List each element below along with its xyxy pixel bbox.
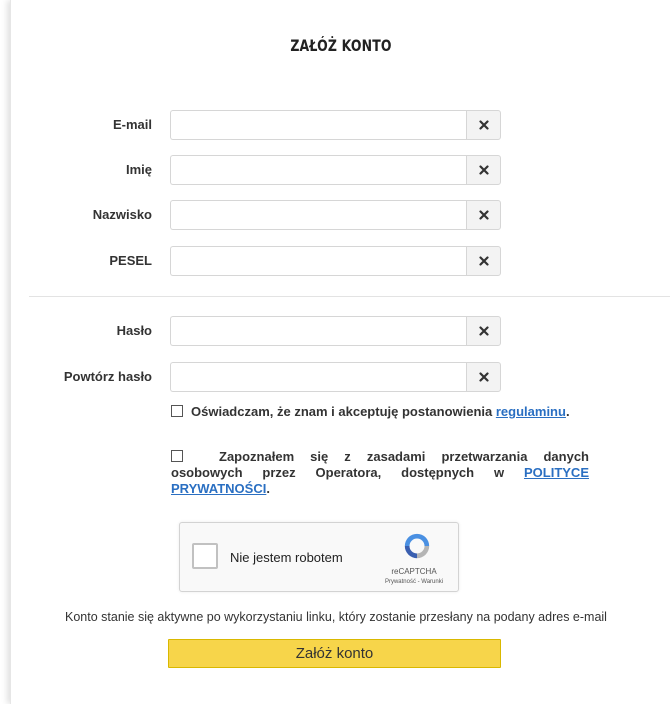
terms-consent: Oświadczam, że znam i akceptuję postanow… xyxy=(171,404,611,419)
password-field[interactable] xyxy=(170,316,466,346)
pesel-row: PESEL xyxy=(11,246,670,278)
create-account-button[interactable]: Załóż konto xyxy=(168,639,501,668)
repeat-password-row: Powtórz hasło xyxy=(11,362,670,394)
password-row: Hasło xyxy=(11,316,670,348)
first-name-row: Imię xyxy=(11,155,670,187)
close-icon xyxy=(478,256,489,266)
email-row: E-mail xyxy=(11,110,670,142)
register-card: ZAŁÓŻ KONTO E-mail Imię Nazwisko PESEL H… xyxy=(10,0,670,704)
terms-checkbox[interactable] xyxy=(171,405,183,417)
clear-last-name-button[interactable] xyxy=(466,200,501,230)
clear-first-name-button[interactable] xyxy=(466,155,501,185)
password-label: Hasło xyxy=(116,323,152,338)
privacy-consent: Zapoznałem się z zasadami przetwarzania … xyxy=(171,449,589,497)
terms-link[interactable]: regulaminu xyxy=(496,404,566,419)
first-name-field[interactable] xyxy=(170,155,466,185)
activation-info: Konto stanie się aktywne po wykorzystani… xyxy=(65,610,607,624)
email-field[interactable] xyxy=(170,110,466,140)
last-name-field[interactable] xyxy=(170,200,466,230)
page-title: ZAŁÓŻ KONTO xyxy=(290,36,392,55)
first-name-label: Imię xyxy=(125,162,152,177)
clear-pesel-button[interactable] xyxy=(466,246,501,276)
close-icon xyxy=(478,372,489,382)
recaptcha-brand: reCAPTCHA xyxy=(391,567,437,576)
terms-suffix: . xyxy=(565,404,570,419)
repeat-password-label: Powtórz hasło xyxy=(63,369,152,384)
recaptcha-checkbox[interactable] xyxy=(192,543,218,569)
privacy-suffix: . xyxy=(266,481,270,496)
close-icon xyxy=(478,120,489,130)
section-divider xyxy=(29,296,670,297)
clear-repeat-password-button[interactable] xyxy=(466,362,501,392)
last-name-row: Nazwisko xyxy=(11,200,670,232)
clear-email-button[interactable] xyxy=(466,110,501,140)
recaptcha-links[interactable]: Prywatność - Warunki xyxy=(366,579,462,585)
recaptcha-label: Nie jestem robotem xyxy=(230,550,343,565)
pesel-label: PESEL xyxy=(109,253,152,268)
pesel-field[interactable] xyxy=(170,246,466,276)
recaptcha-widget: Nie jestem robotem reCAPTCHA Prywatność … xyxy=(179,522,459,592)
recaptcha-logo-icon xyxy=(404,533,430,559)
last-name-label: Nazwisko xyxy=(92,207,152,222)
close-icon xyxy=(478,165,489,175)
close-icon xyxy=(478,326,489,336)
terms-text: Oświadczam, że znam i akceptuję postanow… xyxy=(191,404,496,419)
email-label: E-mail xyxy=(112,117,152,132)
clear-password-button[interactable] xyxy=(466,316,501,346)
repeat-password-field[interactable] xyxy=(170,362,466,392)
privacy-checkbox[interactable] xyxy=(171,450,183,462)
close-icon xyxy=(478,210,489,220)
